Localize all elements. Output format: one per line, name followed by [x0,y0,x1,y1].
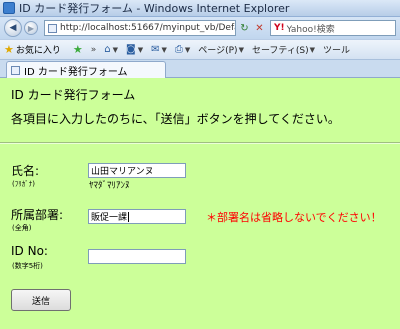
stop-icon[interactable]: ✕ [253,21,266,35]
print-button[interactable]: ⎙ ▼ [175,44,190,55]
instruction-text: 各項目に入力したのちに、「送信」ボタンを押してください。 [11,112,340,126]
safety-menu-label: セーフティ(S) [251,46,309,56]
forward-button[interactable]: ▶ [24,21,38,35]
name-input-value: 山田マリアンヌ [91,167,154,177]
page-title: ID カード発行フォーム [11,88,136,102]
page-favicon-icon [48,23,57,33]
favorites-star-icon: ★ [4,43,14,56]
chevron-down-icon: ▼ [161,45,167,54]
tab-favicon-icon [11,65,20,75]
chevron-down-icon: ▼ [238,45,244,54]
yahoo-logo-icon: Y! [274,23,285,33]
feeds-button[interactable]: ◙ ▼ [126,44,143,55]
back-button[interactable]: ◀ [4,19,22,37]
favorites-bar: ★ お気に入り ★ » ⌂ ▼ ◙ ▼ ✉ ▼ ⎙ ▼ ページ(P) ▼ セーフティ(S)… [0,39,400,60]
page-menu-label: ページ(P) [198,46,238,56]
name-input[interactable]: 山田マリアンヌ [88,163,186,178]
tools-menu[interactable]: ツール [323,43,350,56]
tab-current[interactable]: ID カード発行フォーム [6,61,166,78]
id-sublabel: (数字5桁) [12,262,43,270]
name-kana-text: ﾔﾏﾀﾞﾏﾘｱﾝﾇ [89,181,130,191]
mail-icon: ✉ [151,44,160,55]
id-label: ID No: [11,244,48,258]
favorites-chevron[interactable]: » [91,45,97,55]
chevron-down-icon: ▼ [112,45,119,54]
add-favorite-icon[interactable]: ★ [73,43,83,56]
favorites-button[interactable]: お気に入り [16,43,61,56]
chevron-down-icon: ▼ [309,45,316,54]
search-box[interactable]: Y! Yahoo!検索 [270,20,396,36]
dept-input-value: 販促一課 [91,213,128,223]
text-cursor [128,211,130,222]
chevron-down-icon: ▼ [184,45,191,54]
dept-error-message: ＊部署名は省略しないでください！ [206,211,382,224]
dept-input[interactable]: 販促一課 [88,209,186,224]
submit-button[interactable]: 送信 [11,289,71,311]
tab-label: ID カード発行フォーム [24,66,128,78]
print-icon: ⎙ [174,44,183,55]
rss-icon: ◙ [126,44,136,55]
chevron-down-icon: ▼ [137,45,144,54]
window-titlebar: ID カード発行フォーム - Windows Internet Explorer [0,0,400,17]
search-placeholder: Yahoo!検索 [286,24,335,35]
name-label: 氏名: [11,164,40,178]
mail-button[interactable]: ✉ ▼ [151,44,167,55]
address-url: http://localhost:51667/myinput_vb/Defaul… [60,23,235,33]
address-row: ◀ ▶ http://localhost:51667/myinput_vb/De… [0,17,400,39]
home-button[interactable]: ⌂ ▼ [104,44,118,55]
divider [0,142,400,144]
page-content: ID カード発行フォーム 各項目に入力したのちに、「送信」ボタンを押してください… [0,78,400,329]
tools-menu-label: ツール [323,46,351,56]
ie-app-icon [3,2,15,14]
page-menu[interactable]: ページ(P) ▼ [198,43,244,57]
id-input[interactable] [88,249,186,264]
refresh-icon[interactable]: ↻ [238,21,251,35]
home-icon: ⌂ [104,44,111,55]
dept-label: 所属部署: [11,208,64,222]
safety-menu[interactable]: セーフティ(S) ▼ [251,43,316,57]
address-bar[interactable]: http://localhost:51667/myinput_vb/Defaul… [44,20,236,36]
dept-sublabel: (全角) [12,224,32,232]
window-title: ID カード発行フォーム - Windows Internet Explorer [19,2,290,15]
name-sublabel: (ﾌﾘｶﾞﾅ) [12,180,35,188]
tab-row: ID カード発行フォーム [0,60,400,78]
